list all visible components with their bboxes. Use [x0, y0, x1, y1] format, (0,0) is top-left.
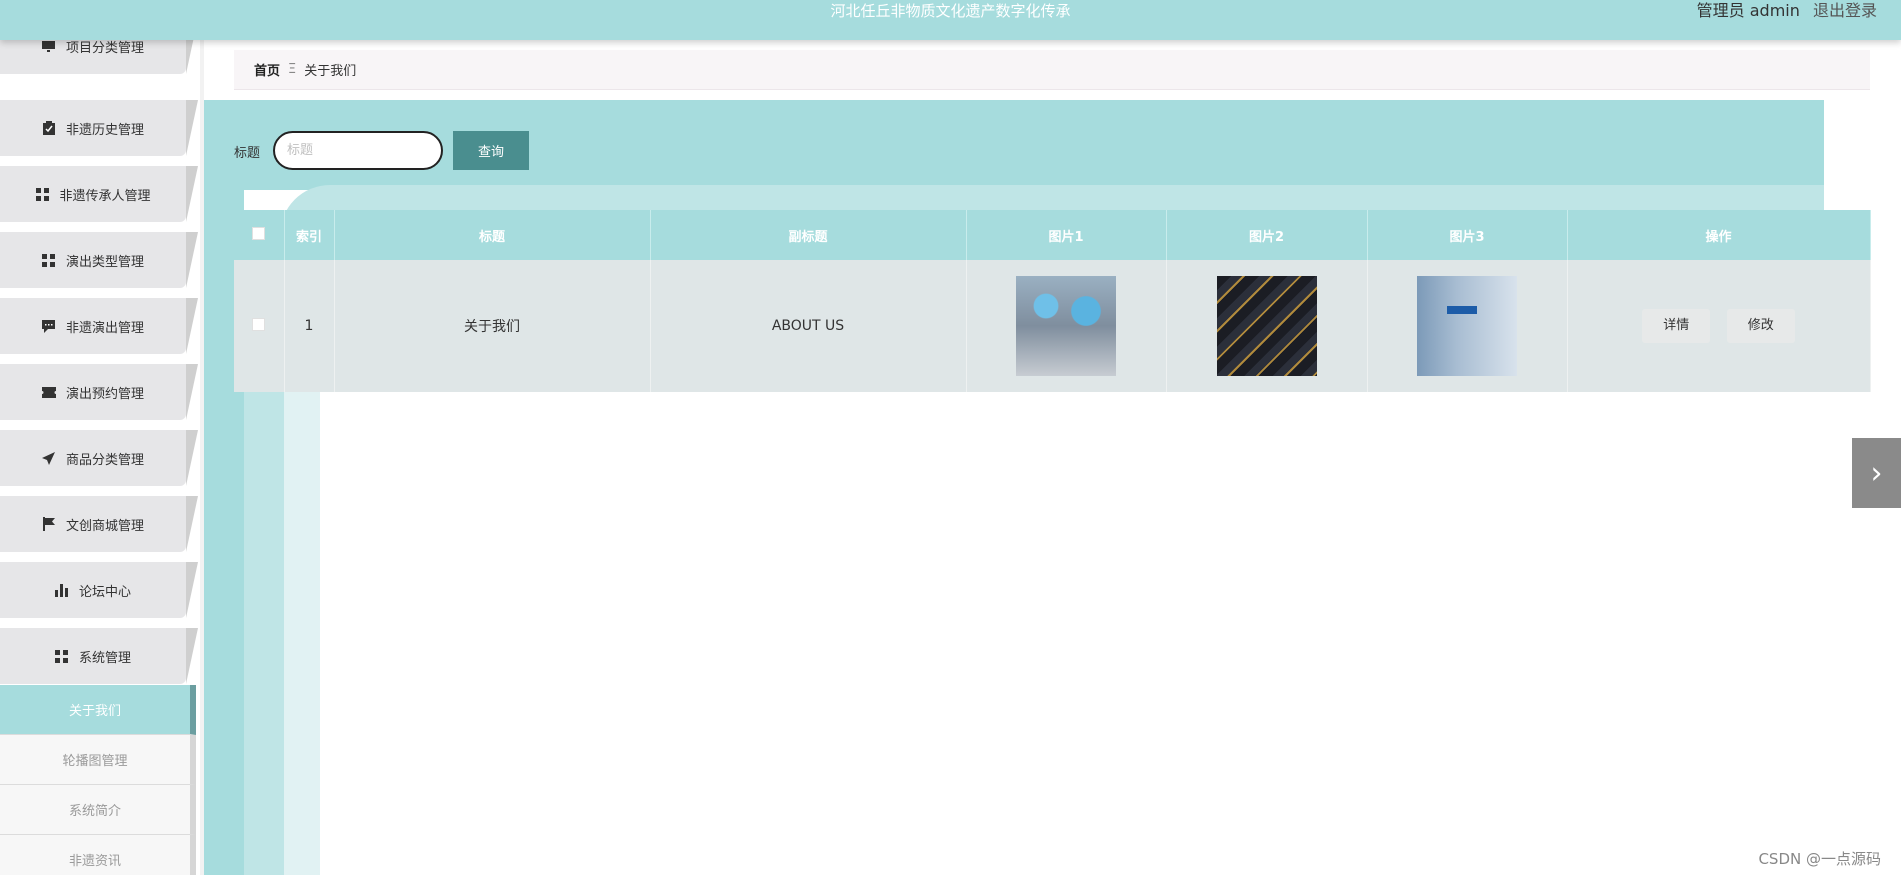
- watermark: CSDN @一点源码: [1758, 850, 1881, 868]
- sidebar-item-shop[interactable]: 文创商城管理: [0, 496, 198, 552]
- row-select-cell: [234, 260, 285, 392]
- search-button[interactable]: 查询: [453, 131, 529, 170]
- detail-button[interactable]: 详情: [1642, 309, 1711, 343]
- sidebar-item-label: 非遗历史管理: [65, 122, 144, 138]
- sidebar-item-performance[interactable]: 非遗演出管理: [0, 298, 198, 354]
- sidebar-item-label: 项目分类管理: [65, 40, 144, 56]
- top-header: 河北任丘非物质文化遗产数字化传承 管理员 admin 退出登录: [0, 0, 1901, 40]
- sidebar-item-label: 系统管理: [78, 650, 131, 666]
- app-title: 河北任丘非物质文化遗产数字化传承: [830, 2, 1071, 20]
- breadcrumb-current: 关于我们: [304, 64, 357, 79]
- subtitle-cell: ABOUT US: [650, 260, 967, 392]
- column-header: 图片1: [966, 210, 1167, 260]
- monitor-icon: [42, 40, 56, 53]
- image-thumbnail[interactable]: [1216, 276, 1317, 376]
- sidebar-subitem-system-intro[interactable]: 系统简介: [0, 785, 196, 835]
- sidebar-subitem-about[interactable]: 关于我们: [0, 685, 196, 735]
- select-all-checkbox[interactable]: [252, 226, 266, 240]
- column-header: 标题: [334, 210, 651, 260]
- title-cell: 关于我们: [334, 260, 651, 392]
- table-row: 1 关于我们 ABOUT US 详情 修改: [234, 260, 1871, 392]
- image-thumbnail[interactable]: [1016, 276, 1116, 376]
- index-cell: 1: [284, 260, 335, 392]
- user-area: 管理员 admin 退出登录: [1697, 0, 1877, 22]
- sidebar-item-label: 演出预约管理: [65, 386, 144, 402]
- actions-cell: 详情 修改: [1567, 260, 1871, 392]
- select-all-header: [234, 210, 285, 260]
- column-header: 副标题: [650, 210, 967, 260]
- sidebar-item-label: 商品分类管理: [65, 452, 144, 468]
- image1-cell: [966, 260, 1167, 392]
- sidebar-item-project-category[interactable]: 项目分类管理: [0, 40, 198, 74]
- search-band: [204, 100, 1824, 190]
- sidebar-item-label: 非遗演出管理: [65, 320, 144, 336]
- clipboard-icon: [42, 121, 56, 135]
- sidebar-item-booking[interactable]: 演出预约管理: [0, 364, 198, 420]
- logout-link[interactable]: 退出登录: [1813, 1, 1877, 20]
- sidebar-item-performance-type[interactable]: 演出类型管理: [0, 232, 198, 288]
- breadcrumb: 首页 Ξ 关于我们: [234, 50, 1870, 90]
- bar-chart-icon: [55, 583, 69, 597]
- grid-icon: [55, 649, 69, 663]
- sidebar-item-forum[interactable]: 论坛中心: [0, 562, 198, 618]
- sidebar-item-goods-category[interactable]: 商品分类管理: [0, 430, 198, 486]
- image-thumbnail[interactable]: [1417, 276, 1517, 376]
- table-header-row: 索引 标题 副标题 图片1 图片2 图片3 操作: [234, 210, 1871, 260]
- sidebar-item-label: 非遗传承人管理: [59, 188, 151, 204]
- sidebar-subitem-carousel[interactable]: 轮播图管理: [0, 735, 196, 785]
- sidebar-item-label: 演出类型管理: [65, 254, 144, 270]
- chat-icon: [42, 319, 56, 333]
- sidebar-item-heritage-history[interactable]: 非遗历史管理: [0, 100, 198, 156]
- column-header: 操作: [1567, 210, 1871, 260]
- grid-icon: [35, 187, 49, 201]
- image2-cell: [1166, 260, 1368, 392]
- sidebar-item-label: 文创商城管理: [65, 518, 144, 534]
- column-header: 图片3: [1367, 210, 1568, 260]
- search-input[interactable]: [273, 131, 443, 170]
- search-label: 标题: [234, 146, 261, 161]
- sidebar-subitem-news[interactable]: 非遗资讯: [0, 835, 196, 875]
- breadcrumb-separator: Ξ: [288, 62, 297, 77]
- ticket-icon: [41, 385, 56, 399]
- sidebar: 项目分类管理 非遗历史管理 非遗传承人管理 演出类型管理 非遗演出管理 演出预约: [0, 40, 204, 875]
- sidebar-item-inheritor[interactable]: 非遗传承人管理: [0, 166, 198, 222]
- user-label: 管理员 admin: [1696, 1, 1800, 20]
- data-table: 索引 标题 副标题 图片1 图片2 图片3 操作 1 关于我们 ABOUT US…: [234, 210, 1871, 392]
- send-icon: [42, 451, 56, 465]
- column-header: 索引: [284, 210, 335, 260]
- edit-button[interactable]: 修改: [1726, 309, 1795, 343]
- breadcrumb-home[interactable]: 首页: [254, 60, 280, 79]
- grid-icon: [42, 253, 56, 267]
- row-checkbox[interactable]: [252, 317, 266, 331]
- chevron-right-icon: ›: [1870, 455, 1883, 491]
- next-page-button[interactable]: ›: [1852, 438, 1901, 508]
- sidebar-item-label: 论坛中心: [78, 584, 131, 600]
- column-header: 图片2: [1166, 210, 1368, 260]
- image3-cell: [1367, 260, 1568, 392]
- flag-icon: [42, 517, 56, 531]
- sidebar-item-system[interactable]: 系统管理: [0, 628, 198, 684]
